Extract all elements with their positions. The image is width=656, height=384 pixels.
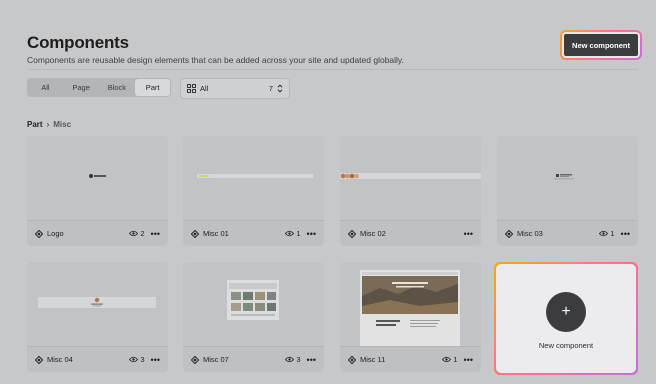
card-preview bbox=[183, 262, 324, 346]
more-options-icon[interactable]: ••• bbox=[464, 229, 473, 238]
component-icon bbox=[35, 355, 43, 364]
usage-count: 2 bbox=[129, 229, 145, 238]
misc-11-preview-thumbnail bbox=[360, 270, 460, 346]
usage-count-value: 1 bbox=[453, 355, 458, 364]
tab-page[interactable]: Page bbox=[64, 79, 99, 96]
card-footer: Misc 07 3 ••• bbox=[183, 346, 324, 372]
component-card-misc-11[interactable]: Misc 11 1 ••• bbox=[340, 262, 481, 372]
more-options-icon[interactable]: ••• bbox=[307, 229, 316, 238]
component-icon bbox=[191, 355, 199, 364]
component-icon bbox=[191, 229, 199, 238]
card-footer: Logo 2 ••• bbox=[27, 220, 168, 246]
more-options-icon[interactable]: ••• bbox=[151, 229, 160, 238]
eye-icon bbox=[129, 356, 139, 363]
grid-icon bbox=[187, 84, 196, 93]
component-card-misc-03[interactable]: Misc 03 1 ••• bbox=[497, 136, 638, 246]
more-options-icon[interactable]: ••• bbox=[151, 355, 160, 364]
tab-part[interactable]: Part bbox=[135, 79, 170, 96]
usage-count: 1 bbox=[599, 229, 615, 238]
new-component-button-highlight: New component bbox=[560, 30, 642, 60]
card-name: Misc 11 bbox=[360, 355, 386, 364]
breadcrumb: Part › Misc bbox=[27, 120, 71, 129]
new-component-card-highlight: + New component bbox=[494, 262, 638, 375]
more-options-icon[interactable]: ••• bbox=[464, 355, 473, 364]
card-preview bbox=[27, 262, 168, 346]
category-filter-select[interactable]: All 7 bbox=[180, 78, 290, 99]
component-card-misc-04[interactable]: Misc 04 3 ••• bbox=[27, 262, 168, 372]
usage-count-value: 3 bbox=[140, 355, 145, 364]
component-icon bbox=[505, 229, 513, 238]
filter-count: 7 bbox=[268, 84, 273, 93]
eye-icon bbox=[442, 356, 452, 363]
component-card-misc-01[interactable]: Misc 01 1 ••• bbox=[183, 136, 324, 246]
new-component-button[interactable]: New component bbox=[562, 32, 640, 58]
component-icon bbox=[35, 229, 43, 238]
filter-label: All bbox=[200, 84, 209, 93]
component-card-logo[interactable]: Logo 2 ••• bbox=[27, 136, 168, 246]
card-footer: Misc 03 1 ••• bbox=[497, 220, 638, 246]
usage-count-value: 2 bbox=[140, 229, 145, 238]
misc-03-preview-thumbnail bbox=[554, 174, 574, 180]
chevron-up-down-icon bbox=[277, 84, 283, 93]
misc-02-preview-thumbnail bbox=[340, 173, 481, 179]
misc-01-preview-thumbnail bbox=[197, 174, 313, 178]
card-name: Logo bbox=[47, 229, 64, 238]
card-preview bbox=[340, 262, 481, 346]
component-icon bbox=[348, 355, 356, 364]
card-preview bbox=[497, 136, 638, 220]
plus-icon[interactable]: + bbox=[546, 292, 586, 332]
tab-block[interactable]: Block bbox=[100, 79, 135, 96]
breadcrumb-parent[interactable]: Part bbox=[27, 120, 43, 129]
eye-icon bbox=[285, 230, 295, 237]
tab-all[interactable]: All bbox=[28, 79, 63, 96]
usage-count: 3 bbox=[129, 355, 145, 364]
card-name: Misc 04 bbox=[47, 355, 73, 364]
card-footer: Misc 11 1 ••• bbox=[340, 346, 481, 372]
usage-count-value: 3 bbox=[296, 355, 301, 364]
new-component-card[interactable]: + New component bbox=[496, 264, 636, 373]
card-name: Misc 03 bbox=[517, 229, 543, 238]
header-divider bbox=[27, 69, 638, 70]
card-footer: Misc 01 1 ••• bbox=[183, 220, 324, 246]
breadcrumb-separator: › bbox=[46, 120, 50, 129]
component-card-misc-02[interactable]: Misc 02 ••• bbox=[340, 136, 481, 246]
card-preview bbox=[27, 136, 168, 220]
misc-07-preview-thumbnail bbox=[227, 280, 279, 320]
new-component-card-label: New component bbox=[538, 341, 594, 350]
logo-preview-thumbnail bbox=[89, 174, 106, 178]
type-tabs: All Page Block Part bbox=[27, 78, 171, 97]
page-subtitle: Components are reusable design elements … bbox=[27, 55, 404, 65]
card-footer: Misc 04 3 ••• bbox=[27, 346, 168, 372]
misc-04-preview-thumbnail bbox=[38, 297, 156, 308]
page-title: Components bbox=[27, 33, 129, 52]
usage-count: 1 bbox=[285, 229, 301, 238]
card-name: Misc 02 bbox=[360, 229, 386, 238]
usage-count-value: 1 bbox=[296, 229, 301, 238]
eye-icon bbox=[599, 230, 609, 237]
eye-icon bbox=[129, 230, 139, 237]
card-preview bbox=[183, 136, 324, 220]
card-name: Misc 01 bbox=[203, 229, 229, 238]
component-card-misc-07[interactable]: Misc 07 3 ••• bbox=[183, 262, 324, 372]
breadcrumb-current: Misc bbox=[53, 120, 72, 129]
usage-count-value: 1 bbox=[610, 229, 615, 238]
card-name: Misc 07 bbox=[203, 355, 229, 364]
card-footer: Misc 02 ••• bbox=[340, 220, 481, 246]
component-icon bbox=[348, 229, 356, 238]
more-options-icon[interactable]: ••• bbox=[307, 355, 316, 364]
card-preview bbox=[340, 136, 481, 220]
more-options-icon[interactable]: ••• bbox=[621, 229, 630, 238]
usage-count: 1 bbox=[442, 355, 458, 364]
eye-icon bbox=[285, 356, 295, 363]
usage-count: 3 bbox=[285, 355, 301, 364]
